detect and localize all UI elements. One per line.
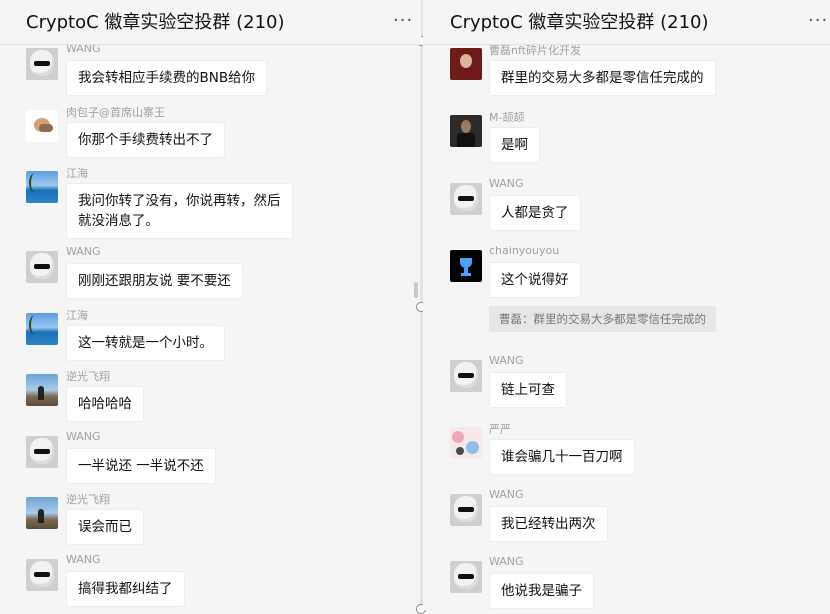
avatar[interactable]: [450, 494, 482, 526]
avatar[interactable]: [26, 251, 58, 283]
chat-pane-right: CryptoC 徽章实验空投群 (210) ··· 曹磊nft碎片化开发 群里的…: [423, 0, 830, 610]
sender-name: 严严: [489, 423, 511, 436]
sender-name: WANG: [489, 354, 524, 367]
quoted-message[interactable]: 曹磊：群里的交易大多都是零信任完成的: [489, 306, 716, 332]
avatar[interactable]: [26, 559, 58, 591]
avatar[interactable]: [26, 436, 58, 468]
sender-name: M-颉颉: [489, 111, 525, 124]
avatar[interactable]: [26, 110, 58, 142]
avatar[interactable]: [450, 115, 482, 147]
chat-header: CryptoC 徽章实验空投群 (210) ···: [0, 0, 421, 45]
sender-name: 逆光飞翔: [66, 370, 110, 383]
message-bubble[interactable]: 人都是贪了: [489, 195, 581, 231]
message-bubble[interactable]: 我会转相应手续费的BNB给你: [66, 60, 268, 96]
sender-name: 逆光飞翔: [66, 493, 110, 506]
avatar[interactable]: [26, 497, 58, 529]
avatar[interactable]: [26, 171, 58, 203]
message-bubble[interactable]: 是啊: [489, 127, 540, 163]
sender-name: WANG: [66, 245, 101, 258]
sender-name: WANG: [489, 488, 524, 501]
avatar[interactable]: [450, 48, 482, 80]
message-bubble[interactable]: 这个说得好: [489, 262, 581, 298]
avatar[interactable]: [450, 360, 482, 392]
more-dots-icon[interactable]: ···: [808, 10, 828, 31]
message-bubble[interactable]: 这一转就是一个小时。: [66, 325, 225, 361]
message-bubble[interactable]: 你那个手续费转出不了: [66, 122, 225, 158]
message-bubble[interactable]: 群里的交易大多都是零信任完成的: [489, 60, 716, 96]
sender-name: WANG: [489, 177, 524, 190]
sender-name: 江海: [66, 167, 88, 180]
message-bubble[interactable]: 链上可查: [489, 372, 567, 408]
avatar[interactable]: [450, 561, 482, 593]
sender-name: WANG: [489, 555, 524, 568]
sender-name: chainyouyou: [489, 244, 560, 257]
avatar[interactable]: [26, 374, 58, 406]
sender-name: WANG: [66, 553, 101, 566]
avatar[interactable]: [450, 427, 482, 459]
message-bubble[interactable]: 谁会骗几十一百刀啊: [489, 439, 635, 475]
message-line: 我问你转了没有，你说再转，然后: [78, 193, 281, 209]
sender-name: 肉包子@首席山寨王: [66, 106, 165, 119]
message-bubble[interactable]: 一半说还 一半说不还: [66, 448, 216, 484]
avatar[interactable]: [450, 183, 482, 215]
chat-header: CryptoC 徽章实验空投群 (210) ···: [423, 0, 830, 45]
message-bubble[interactable]: 误会而已: [66, 509, 144, 545]
chat-pane-left: CryptoC 徽章实验空投群 (210) ··· WANG 我会转相应手续费的…: [0, 0, 421, 610]
message-bubble[interactable]: 刚刚还跟朋友说 要不要还: [66, 263, 243, 299]
avatar[interactable]: [26, 48, 58, 80]
sender-name: WANG: [66, 430, 101, 443]
group-title: CryptoC 徽章实验空投群 (210): [26, 12, 285, 33]
group-title: CryptoC 徽章实验空投群 (210): [450, 12, 709, 33]
resize-grip[interactable]: [414, 282, 418, 298]
avatar[interactable]: [450, 250, 482, 282]
avatar[interactable]: [26, 313, 58, 345]
message-line: 就没消息了。: [78, 213, 159, 229]
sender-name: 江海: [66, 309, 88, 322]
message-bubble[interactable]: 他说我是骗子: [489, 573, 594, 609]
message-bubble[interactable]: 搞得我都纠结了: [66, 571, 185, 607]
message-bubble[interactable]: 我已经转出两次: [489, 506, 608, 542]
message-bubble[interactable]: 哈哈哈哈: [66, 386, 144, 422]
message-bubble[interactable]: 我问你转了没有，你说再转，然后 就没消息了。: [66, 183, 293, 239]
more-dots-icon[interactable]: ···: [393, 10, 413, 31]
